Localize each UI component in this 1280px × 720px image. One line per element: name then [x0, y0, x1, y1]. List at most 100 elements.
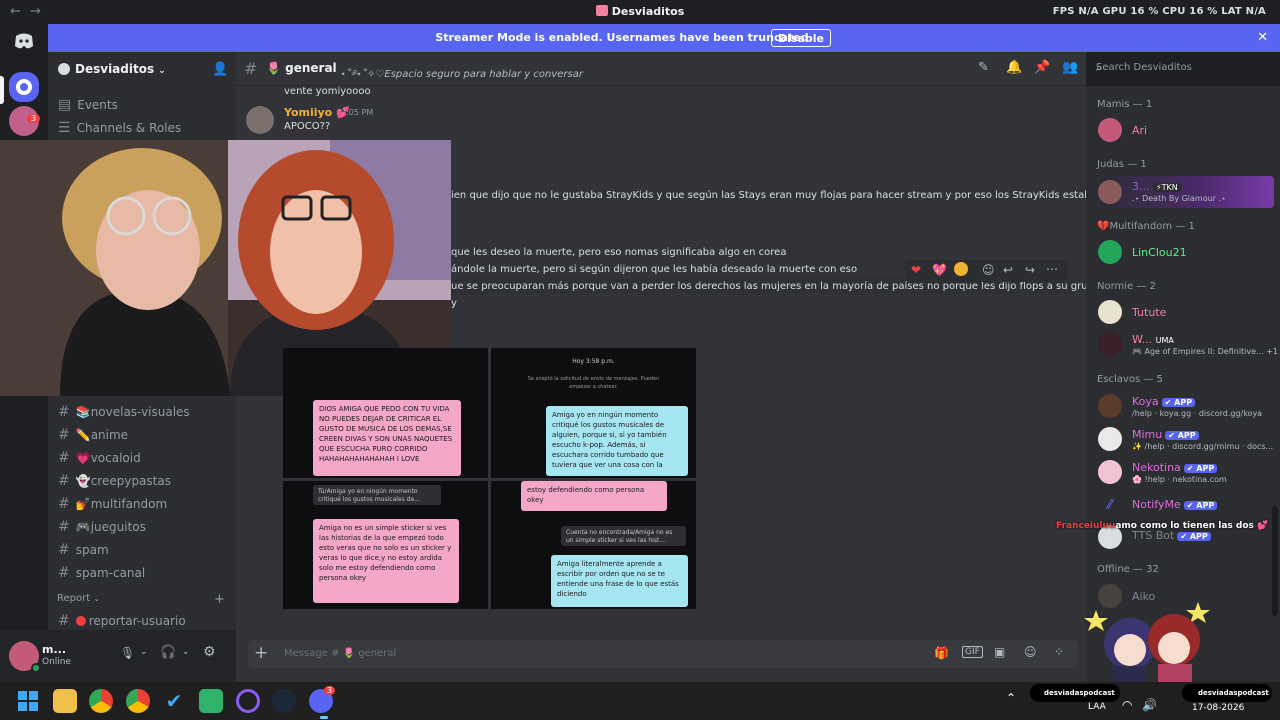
- channels-roles-item[interactable]: ☰ Channels & Roles: [58, 120, 181, 136]
- chevron-down-icon[interactable]: ⌄: [140, 647, 148, 657]
- member-status: 🌸 !help · nekotina.com: [1132, 475, 1227, 484]
- obs-icon[interactable]: [236, 689, 260, 713]
- sticker-icon[interactable]: ▣: [994, 645, 1005, 659]
- message-timestamp: 7:05 PM: [341, 108, 374, 117]
- channel-spam-canal[interactable]: # spam-canal: [58, 565, 145, 581]
- headphones-icon[interactable]: 🎧: [160, 645, 176, 660]
- avatar[interactable]: [1098, 332, 1122, 356]
- chevron-down-icon[interactable]: ⌄: [182, 647, 190, 657]
- server-name-dropdown[interactable]: Desviaditos ⌄: [58, 62, 166, 76]
- avatar[interactable]: [246, 106, 274, 134]
- add-reaction-icon[interactable]: ☺: [982, 263, 995, 277]
- role-header: Normie — 2: [1097, 281, 1156, 292]
- screenshot-panel-1[interactable]: DIOS AMIGA QUE PEDO CON TU VIDA NO PUEDE…: [283, 348, 488, 478]
- apps-icon[interactable]: ⁘: [1054, 645, 1064, 659]
- bell-icon[interactable]: 🔔: [1006, 60, 1022, 75]
- member-status: /help · koya.gg · discord.gg/koya: [1132, 409, 1263, 418]
- streamlabs-icon[interactable]: [199, 689, 223, 713]
- disable-streamer-mode-button[interactable]: Disable: [771, 29, 831, 47]
- add-channel-icon[interactable]: +: [214, 592, 225, 607]
- channel-novelas-visuales[interactable]: # 📚novelas-visuales: [58, 404, 190, 420]
- emoji-reaction-icon[interactable]: [954, 262, 968, 276]
- member-name[interactable]: Tutute: [1132, 306, 1166, 319]
- scrollbar[interactable]: [1272, 506, 1278, 616]
- member-name[interactable]: W... UMA: [1132, 333, 1174, 346]
- member-name[interactable]: NotifyMe ✔ APP: [1132, 498, 1218, 511]
- file-explorer-icon[interactable]: [53, 689, 77, 713]
- screenshot-panel-4[interactable]: estoy defendiendo como persona okey Cuen…: [491, 481, 696, 609]
- emoji-icon[interactable]: ☺: [1024, 645, 1037, 659]
- member-name[interactable]: Ari: [1132, 124, 1147, 137]
- chat-bubble-pink: Amiga no es un simple sticker si ves las…: [313, 519, 459, 603]
- channel-anime[interactable]: # ✏️anime: [58, 427, 128, 443]
- chat-bubble-pink: estoy defendiendo como persona okey: [521, 481, 667, 511]
- discord-logo-icon[interactable]: [1098, 240, 1122, 264]
- channel-jueguitos[interactable]: # 🎮jueguitos: [58, 519, 146, 535]
- more-options-icon[interactable]: ⋯: [1046, 262, 1058, 276]
- events-item[interactable]: ▤ Events: [58, 97, 118, 113]
- search-input[interactable]: Search Desviaditos ⌕: [1090, 58, 1274, 80]
- message-input[interactable]: + Message # 🌷 general 🎁 GIF ▣ ☺ ⁘: [248, 640, 1078, 668]
- member-name[interactable]: Nekotina ✔ APP: [1132, 461, 1218, 474]
- channel-reportar-usuario[interactable]: # reportar-usuario: [58, 613, 186, 629]
- add-attachment-icon[interactable]: +: [254, 643, 268, 663]
- chrome-icon[interactable]: [89, 689, 113, 713]
- screenshot-panel-2[interactable]: Hoy 3:58 p.m. Se aceptó la solicitud de …: [491, 348, 696, 478]
- chat-timestamp: Hoy 3:58 p.m.: [572, 358, 615, 365]
- tray-overflow-icon[interactable]: ⌃: [1006, 691, 1016, 705]
- avatar[interactable]: [1098, 300, 1122, 324]
- todo-check-icon[interactable]: ✔: [162, 689, 186, 713]
- username[interactable]: m...: [42, 643, 66, 656]
- avatar[interactable]: [1098, 118, 1122, 142]
- message-author[interactable]: Yomiiyo 💕: [284, 106, 350, 119]
- notification-badge: 3: [324, 686, 336, 695]
- wifi-icon[interactable]: ◠: [1122, 698, 1132, 712]
- role-header: Mamis — 1: [1097, 99, 1153, 110]
- chat-bubble-grey: Cuenta no encontrada/Amiga no es un simp…: [561, 526, 686, 546]
- member-name[interactable]: LinClou21: [1132, 246, 1187, 259]
- stream-chat-overlay: Franceiuluuamo como lo tienen las dos 💕: [1056, 521, 1269, 531]
- avatar[interactable]: [1098, 427, 1122, 451]
- member-list-icon[interactable]: 👥: [1062, 60, 1078, 75]
- reply-icon[interactable]: ↩: [1003, 263, 1013, 277]
- pin-icon[interactable]: 📌: [1034, 60, 1050, 75]
- heart-reaction-icon[interactable]: ❤: [911, 263, 921, 277]
- search-icon: ⌕: [1096, 61, 1103, 74]
- steam-icon[interactable]: [272, 689, 296, 713]
- member-name[interactable]: Mimu ✔ APP: [1132, 428, 1199, 441]
- close-banner-icon[interactable]: ✕: [1257, 30, 1268, 45]
- discord-home-icon[interactable]: [9, 26, 39, 56]
- channel-creepypastas[interactable]: # 👻creepypastas: [58, 473, 171, 489]
- member-name[interactable]: 3... ⚡TKN: [1132, 180, 1181, 193]
- threads-icon[interactable]: ✎: [978, 60, 989, 75]
- message-placeholder: Message # 🌷 general: [284, 648, 397, 659]
- gift-icon[interactable]: 🎁: [934, 646, 949, 660]
- gif-icon[interactable]: GIF: [962, 646, 983, 658]
- chevron-down-icon: ⌄: [158, 66, 166, 76]
- screenshot-panel-3[interactable]: Tú/Amiga yo en ningún momento critiqué l…: [283, 481, 488, 609]
- windows-start-icon[interactable]: [16, 689, 40, 713]
- volume-icon[interactable]: 🔊: [1142, 698, 1157, 712]
- hearts-reaction-icon[interactable]: 💖: [932, 263, 947, 277]
- avatar[interactable]: [1098, 460, 1122, 484]
- message-text: ándole la muerte, pero si según dijeron …: [451, 264, 858, 275]
- channel-multifandom[interactable]: # 💅multifandom: [58, 496, 167, 512]
- notifyme-logo-icon[interactable]: ⁄⁄: [1098, 494, 1122, 518]
- forward-icon[interactable]: ↪: [1025, 263, 1035, 277]
- date-display[interactable]: 17-08-2026: [1192, 703, 1244, 713]
- channel-spam[interactable]: # spam: [58, 542, 109, 558]
- channel-topic[interactable]: ⋆˚࿔⋆˚✧♡Espacio seguro para hablar y conv…: [340, 63, 583, 91]
- server-icon-desviaditos[interactable]: [9, 72, 39, 102]
- category-report[interactable]: Report ⌄: [57, 593, 100, 604]
- gear-icon[interactable]: ⚙: [203, 644, 216, 660]
- microphone-icon[interactable]: 🎙: [120, 646, 135, 660]
- avatar[interactable]: [1098, 180, 1122, 204]
- chrome-icon-2[interactable]: [126, 689, 150, 713]
- language-indicator[interactable]: LAA: [1088, 702, 1106, 712]
- chevron-down-icon: ⌄: [93, 594, 101, 603]
- invite-people-icon[interactable]: 👤: [212, 62, 228, 77]
- channel-vocaloid[interactable]: # 💗vocaloid: [58, 450, 141, 466]
- message-text: que les deseo la muerte, pero eso nomas …: [451, 247, 787, 258]
- avatar[interactable]: [1098, 394, 1122, 418]
- member-name[interactable]: Koya ✔ APP: [1132, 395, 1196, 408]
